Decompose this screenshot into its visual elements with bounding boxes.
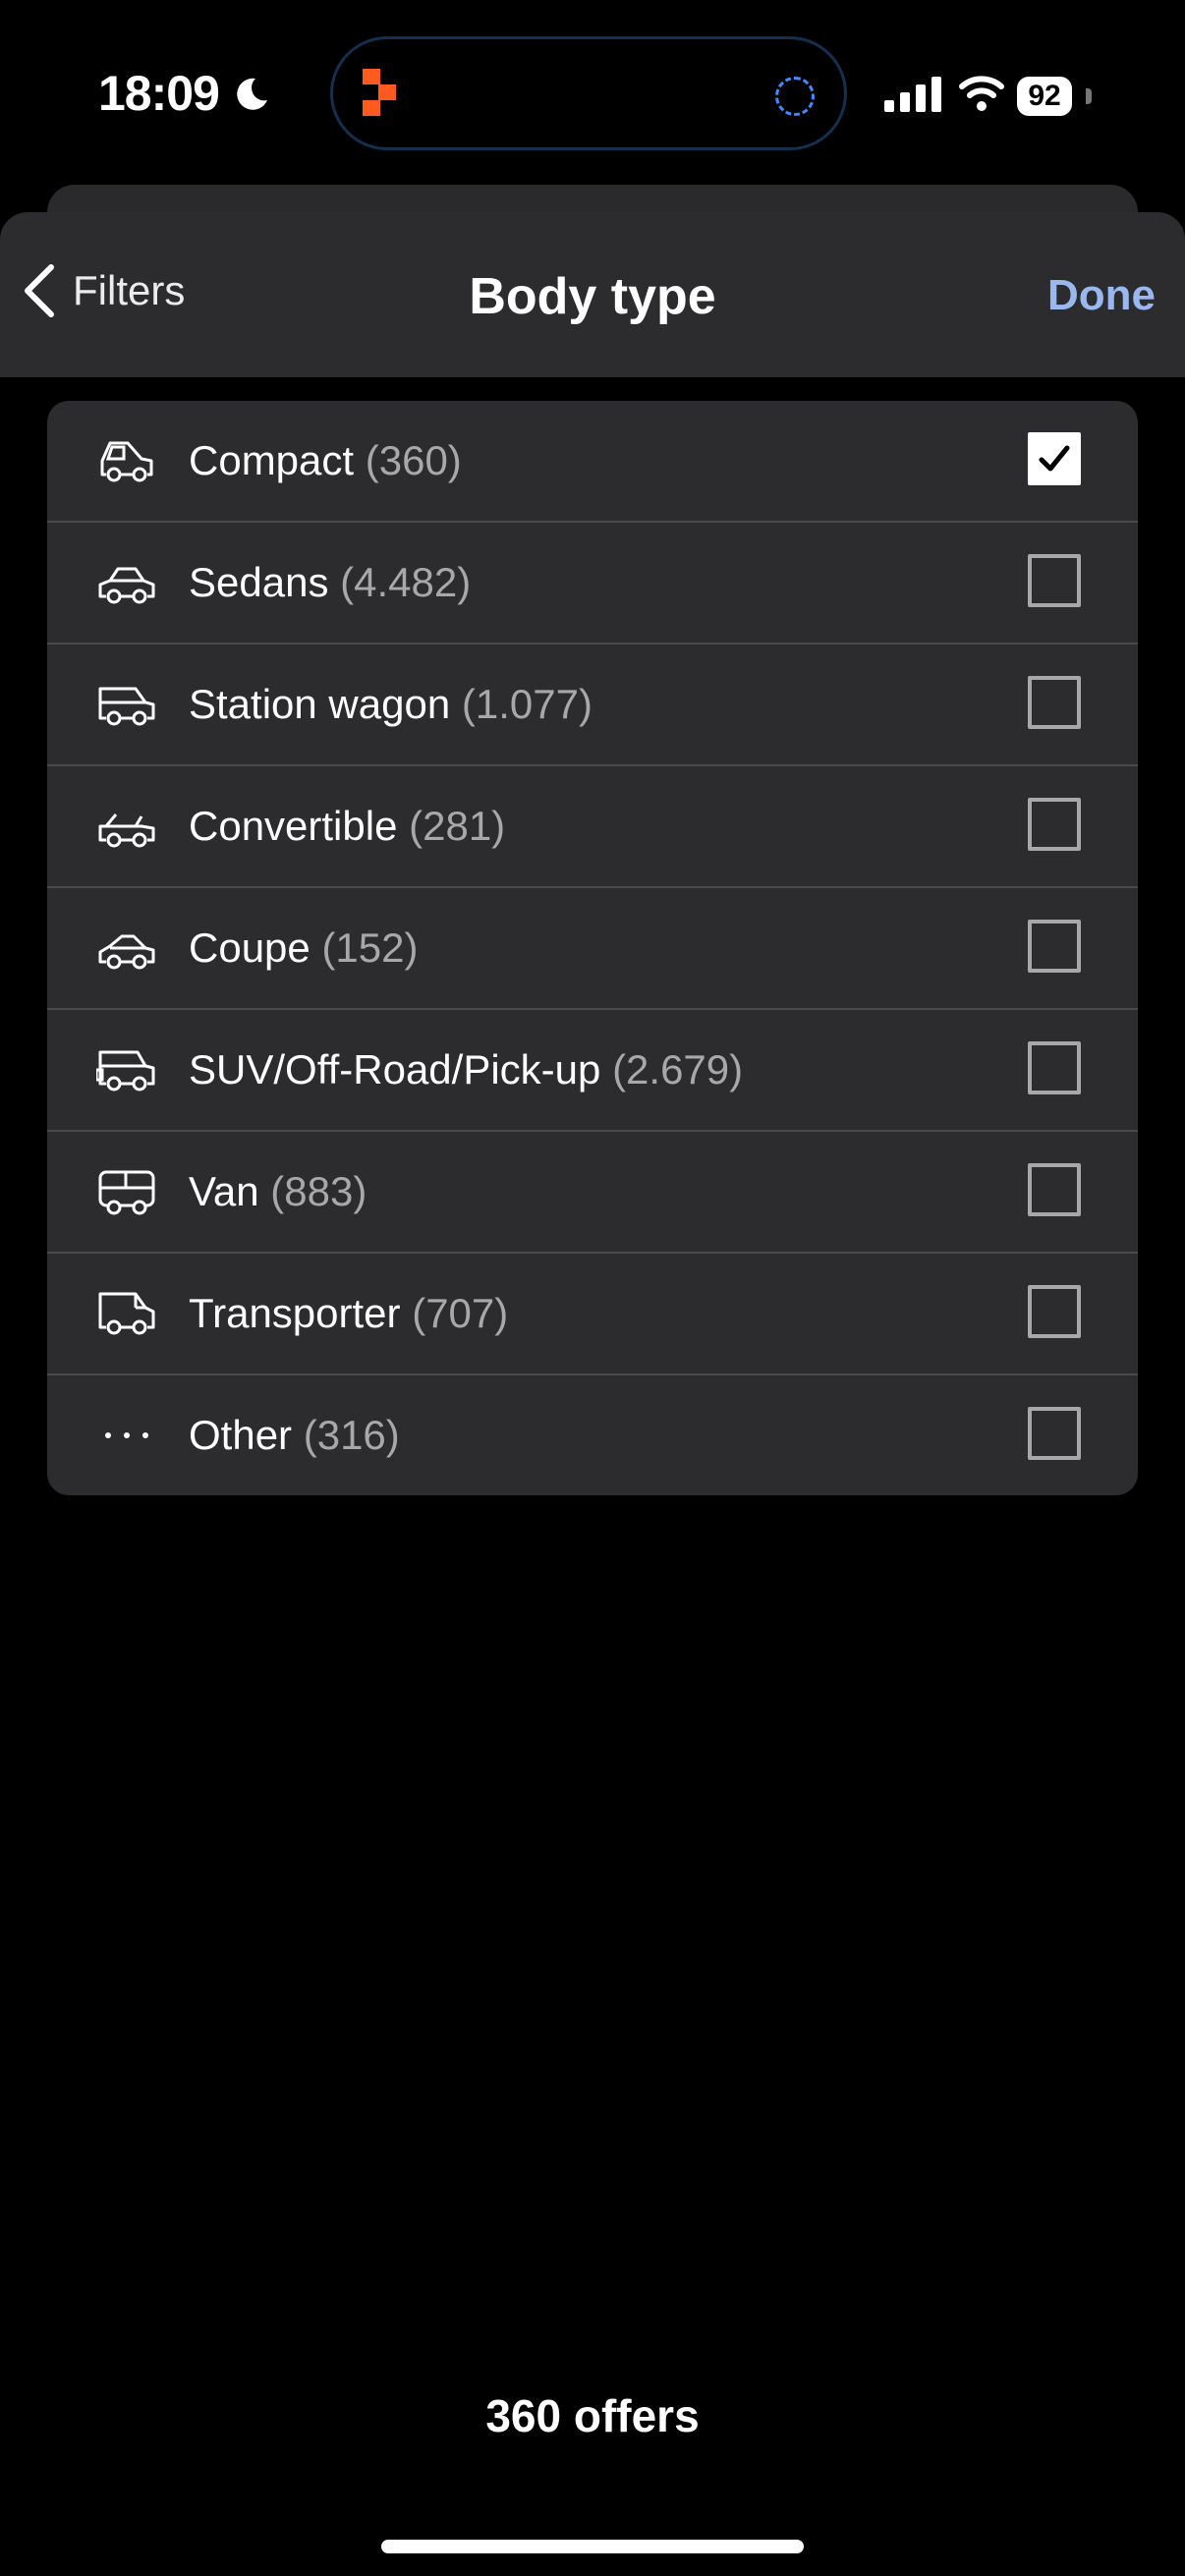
app-logo-icon (363, 69, 396, 116)
list-item-coupe[interactable]: Coupe (152) (47, 888, 1138, 1010)
list-item-other[interactable]: Other (316) (47, 1375, 1138, 1495)
checkbox-other[interactable] (1028, 1407, 1081, 1460)
battery-icon: 92 (1017, 77, 1072, 116)
list-item-label: Convertible (281) (189, 803, 506, 849)
checkbox-station-wagon[interactable] (1028, 676, 1081, 729)
list-item-sedans[interactable]: Sedans (4.482) (47, 523, 1138, 644)
transporter-icon (98, 1292, 155, 1335)
checkbox-convertible[interactable] (1028, 798, 1081, 851)
done-button[interactable]: Done (1047, 271, 1156, 320)
signal-icon (884, 77, 941, 112)
convertible-icon (98, 813, 155, 848)
dynamic-island (330, 36, 847, 150)
activity-spinner-icon (775, 77, 815, 116)
list-item-transporter[interactable]: Transporter (707) (47, 1254, 1138, 1375)
more-dots-icon (105, 1432, 148, 1438)
checkbox-van[interactable] (1028, 1163, 1081, 1216)
checkbox-suv[interactable] (1028, 1041, 1081, 1094)
home-indicator[interactable] (381, 2540, 804, 2553)
checkbox-compact[interactable] (1028, 432, 1081, 485)
list-item-station-wagon[interactable]: Station wagon (1.077) (47, 644, 1138, 766)
status-bar: 18:09 92 (0, 0, 1185, 187)
station-wagon-icon (98, 687, 155, 726)
list-item-label: Transporter (707) (189, 1290, 509, 1336)
list-item-convertible[interactable]: Convertible (281) (47, 766, 1138, 888)
page-title: Body type (469, 268, 716, 325)
status-time: 18:09 (98, 66, 220, 121)
checkbox-coupe[interactable] (1028, 920, 1081, 973)
checkbox-transporter[interactable] (1028, 1285, 1081, 1338)
list-item-van[interactable]: Van (883) (47, 1132, 1138, 1254)
sheet-header: Filters Body type Done (0, 212, 1185, 377)
sedan-icon (98, 567, 155, 604)
body-type-list: Compact (360) Sedans (4.482) Station wag… (47, 401, 1138, 1495)
checkbox-sedans[interactable] (1028, 554, 1081, 607)
moon-icon (237, 78, 267, 110)
van-icon (98, 1170, 155, 1215)
list-item-label: Sedans (4.482) (189, 559, 472, 605)
list-item-label: Coupe (152) (189, 924, 419, 971)
wifi-icon (959, 76, 1004, 111)
list-item-label: Other (316) (189, 1412, 400, 1458)
checkmark-icon (1039, 445, 1070, 472)
compact-car-icon (100, 441, 153, 482)
list-item-label: Compact (360) (189, 437, 462, 483)
list-item-compact[interactable]: Compact (360) (47, 401, 1138, 523)
list-item-label: SUV/Off-Road/Pick-up (2.679) (189, 1046, 744, 1092)
list-item-suv[interactable]: SUV/Off-Road/Pick-up (2.679) (47, 1010, 1138, 1132)
coupe-icon (98, 934, 155, 970)
list-item-label: Van (883) (189, 1168, 367, 1214)
list-item-label: Station wagon (1.077) (189, 681, 592, 727)
suv-icon (96, 1050, 155, 1092)
battery-nub (1086, 88, 1092, 104)
show-offers-button[interactable]: 360 offers (0, 2389, 1185, 2442)
